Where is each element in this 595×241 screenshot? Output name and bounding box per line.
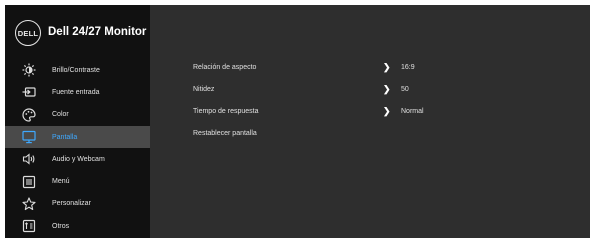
sidebar-item-label: Otros <box>52 222 70 230</box>
sidebar-item-menu[interactable]: Menú <box>5 170 150 192</box>
display-monitor-icon <box>22 130 36 144</box>
sidebar-item-label: Brillo/Contraste <box>52 66 100 74</box>
setting-value: 16:9 <box>401 63 415 71</box>
setting-value: Normal <box>401 107 424 115</box>
chevron-right-icon: ❯ <box>383 83 391 94</box>
sidebar-item-label: Audio y Webcam <box>52 155 105 163</box>
sidebar-item-label: Color <box>52 111 69 119</box>
sidebar-menu: Brillo/Contraste Fuente entrada Color Pa… <box>5 59 150 237</box>
sidebar: DELL Dell 24/27 Monitor Brillo/Contraste… <box>5 5 150 238</box>
sidebar-item-pantalla[interactable]: Pantalla <box>5 125 150 149</box>
speaker-icon <box>22 152 36 166</box>
setting-response-time[interactable]: Tiempo de respuesta ❯ Normal <box>193 104 573 118</box>
sidebar-item-label: Menú <box>52 178 70 186</box>
chevron-right-icon: ❯ <box>383 105 391 116</box>
sidebar-item-audio-webcam[interactable]: Audio y Webcam <box>5 148 150 170</box>
sidebar-item-color[interactable]: Color <box>5 104 150 126</box>
others-icon <box>22 219 36 233</box>
input-source-icon <box>22 85 36 99</box>
brightness-icon <box>22 63 36 77</box>
sidebar-item-label: Pantalla <box>52 133 78 141</box>
sidebar-item-brillo-contraste[interactable]: Brillo/Contraste <box>5 59 150 81</box>
setting-label: Tiempo de respuesta <box>193 107 259 115</box>
setting-label: Relación de aspecto <box>193 63 257 71</box>
star-icon <box>22 197 36 211</box>
osd-header: DELL Dell 24/27 Monitor <box>5 5 150 57</box>
setting-sharpness[interactable]: Nitidez ❯ 50 <box>193 82 573 96</box>
sidebar-item-fuente-entrada[interactable]: Fuente entrada <box>5 81 150 103</box>
sidebar-item-label: Personalizar <box>52 200 91 208</box>
sidebar-item-otros[interactable]: Otros <box>5 215 150 237</box>
setting-reset-display[interactable]: Restablecer pantalla <box>193 126 573 140</box>
monitor-osd: DELL Dell 24/27 Monitor Brillo/Contraste… <box>5 5 590 238</box>
setting-label: Restablecer pantalla <box>193 129 257 137</box>
sidebar-item-label: Fuente entrada <box>52 88 100 96</box>
chevron-right-icon: ❯ <box>383 61 391 72</box>
monitor-title: Dell 24/27 Monitor <box>48 26 147 38</box>
settings-panel: Relación de aspecto ❯ 16:9 Nitidez ❯ 50 … <box>150 5 590 238</box>
color-palette-icon <box>22 108 36 122</box>
setting-label: Nitidez <box>193 85 215 93</box>
sidebar-item-personalizar[interactable]: Personalizar <box>5 193 150 215</box>
dell-logo: DELL <box>15 20 41 46</box>
menu-icon <box>22 175 36 189</box>
setting-value: 50 <box>401 85 409 93</box>
setting-aspect-ratio[interactable]: Relación de aspecto ❯ 16:9 <box>193 60 573 74</box>
